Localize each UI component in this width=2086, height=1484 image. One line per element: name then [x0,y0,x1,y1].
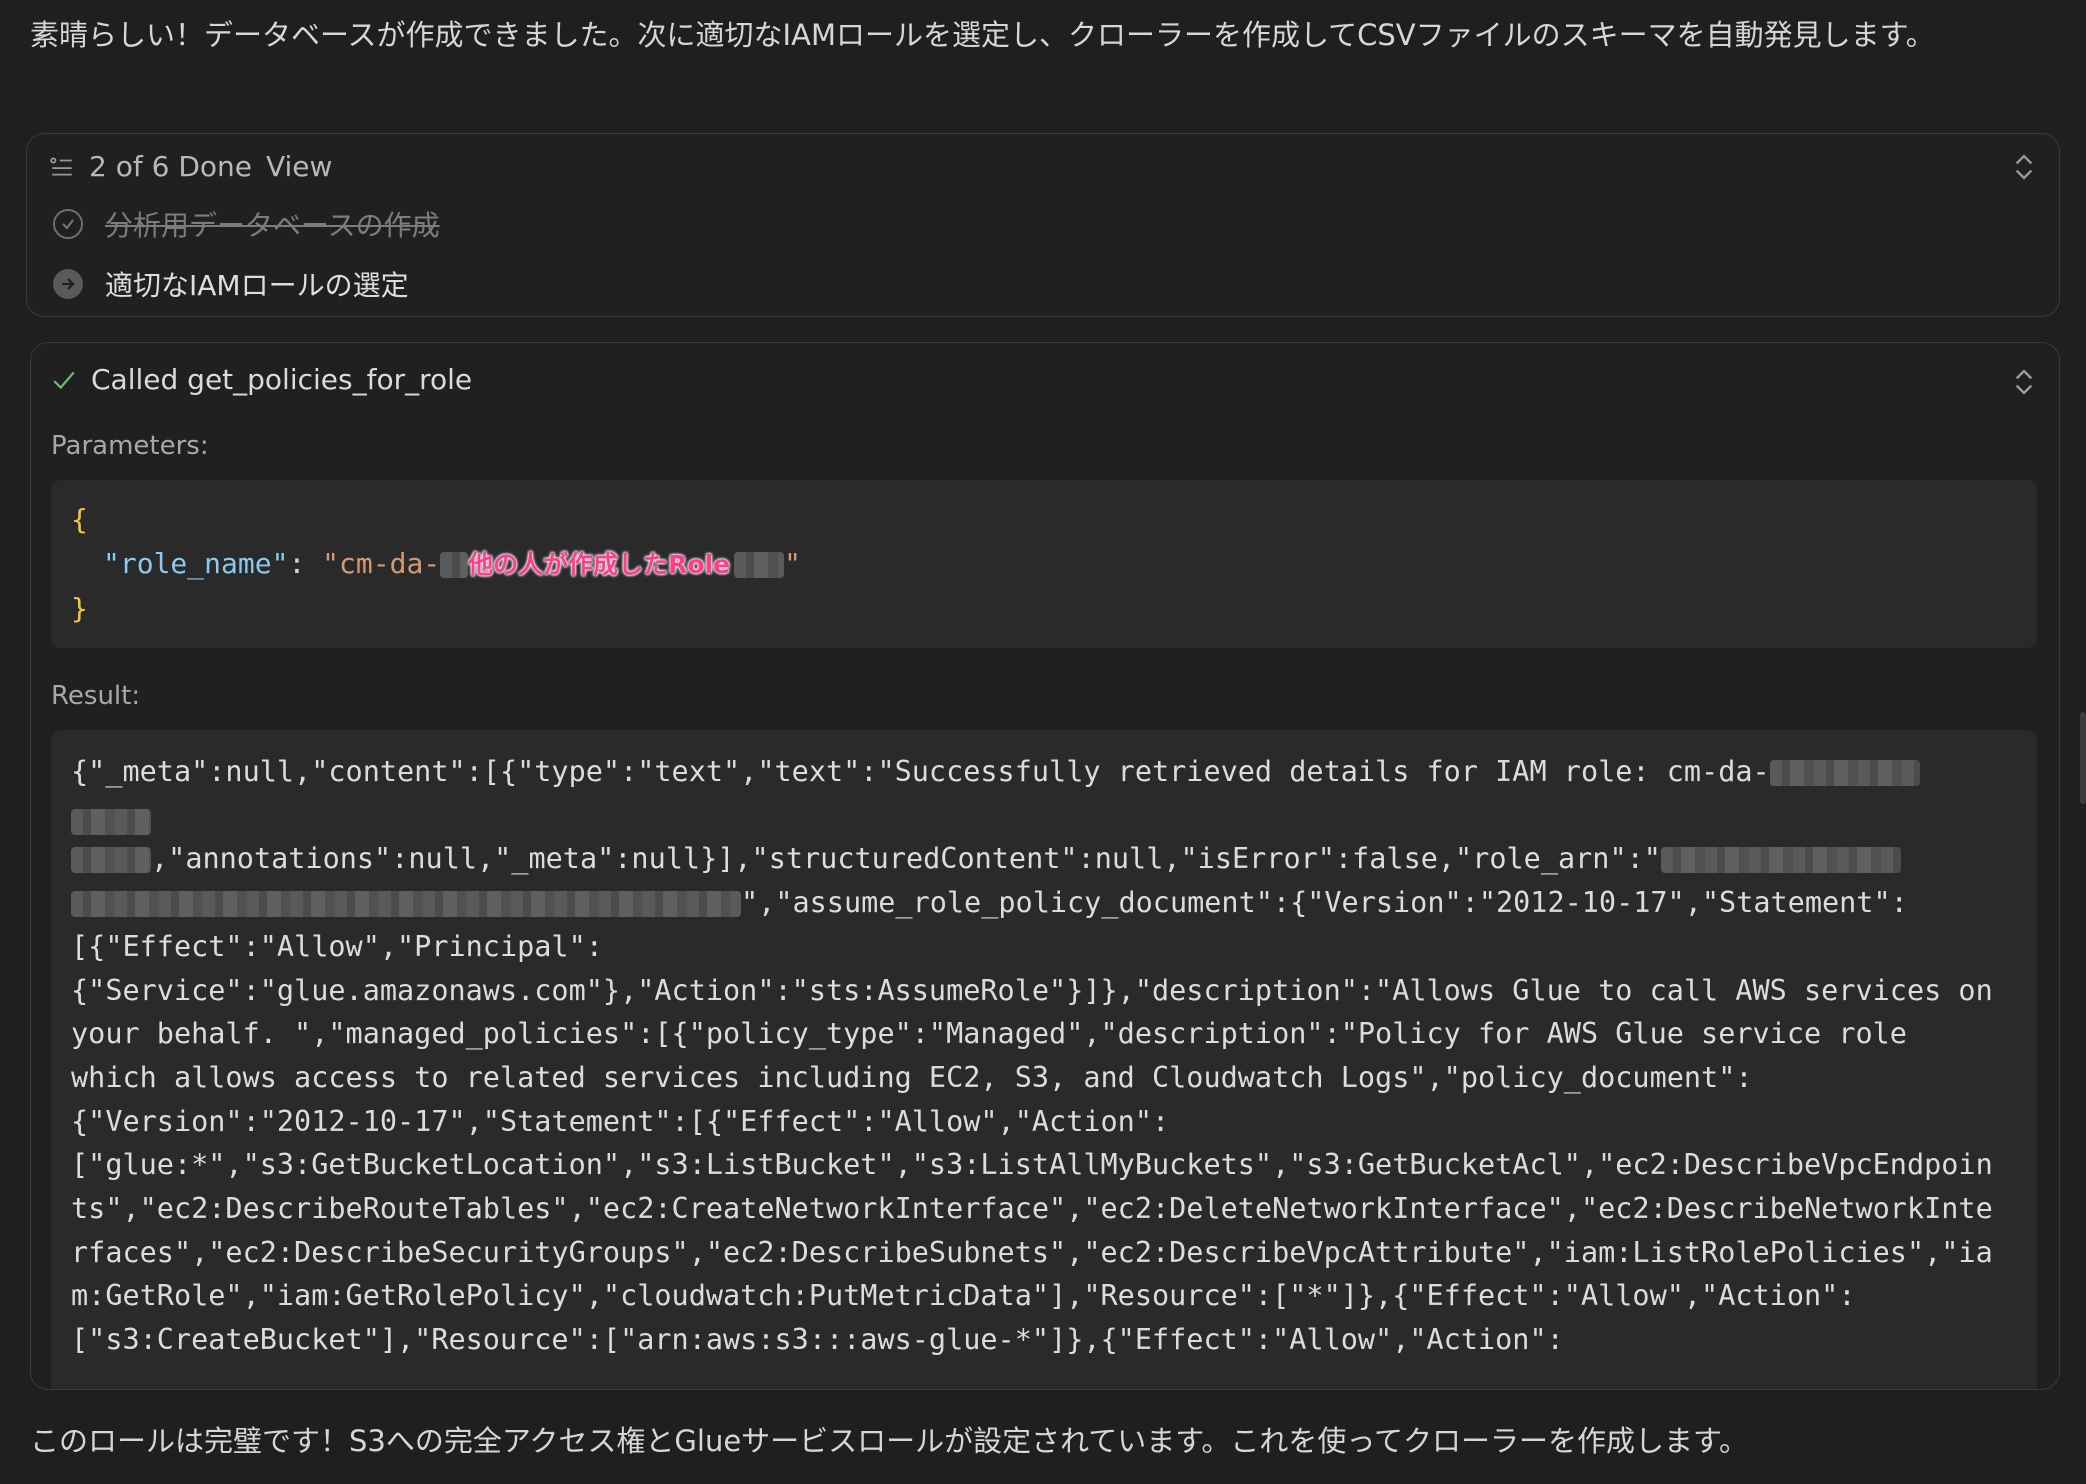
redacted-text [71,891,741,918]
result-line: your behalf. ","managed_policies":[{"pol… [71,1017,1907,1051]
close-brace: } [71,592,88,625]
result-line: which allows access to related services … [71,1060,1753,1094]
checkmark-icon [53,371,75,389]
redacted-text [440,552,469,578]
parameters-label: Parameters: [51,431,209,461]
result-fade [51,1365,2037,1389]
arrow-circle-icon [53,269,83,299]
param-key: "role_name" [103,547,289,580]
todo-item-label: 適切なIAMロールの選定 [105,269,409,302]
todo-item-active: 適切なIAMロールの選定 [53,264,409,304]
checklist-icon [50,156,72,175]
assistant-message-outro: このロールは完璧です！S3への完全アクセス権とGlueサービスロールが設定されて… [30,1424,1749,1458]
open-brace: { [71,503,88,536]
assistant-message-intro: 素晴らしい！データベースが作成できました。次に適切なIAMロールを選定し、クロー… [30,18,1935,52]
todo-view-link[interactable]: View [266,150,332,183]
result-line: ,"annotations":null,"_meta":null}],"stru… [151,842,1661,876]
param-value-suffix: " [784,547,801,580]
result-line: ts","ec2:DescribeRouteTables","ec2:Creat… [71,1192,1993,1226]
todo-item-label: 分析用データベースの作成 [105,209,440,242]
result-line: ","assume_role_policy_document":{"Versio… [741,886,1908,920]
result-line: ["s3:CreateBucket"],"Resource":["arn:aws… [71,1323,1564,1357]
redacted-text [1660,847,1901,874]
result-line: [{"Effect":"Allow","Principal": [71,929,603,963]
result-line: rfaces","ec2:DescribeSecurityGroups","ec… [71,1235,1993,1269]
expand-collapse-icon[interactable] [2011,150,2037,184]
redacted-text [734,552,785,578]
result-line: m:GetRole","iam:GetRolePolicy","cloudwat… [71,1279,1856,1313]
todo-progress: 2 of 6 Done [89,150,252,183]
scrollbar-thumb[interactable] [2080,712,2086,804]
check-circle-icon [53,209,83,239]
redaction-annotation: 他の人が作成したRole [468,550,731,579]
redacted-text [1769,760,1920,786]
tool-call-title: Called get_policies_for_role [91,363,473,396]
result-label: Result: [51,681,141,711]
todo-item-done: 分析用データベースの作成 [53,204,440,244]
result-line: {"_meta":null,"content":[{"type":"text",… [71,755,1770,788]
result-line: {"Version":"2012-10-17","Statement":[{"E… [71,1104,1170,1138]
redacted-text [71,808,151,835]
result-code-block: {"_meta":null,"content":[{"type":"text",… [51,730,2037,1389]
param-value-prefix: "cm-da- [322,547,441,580]
tool-call-panel: Called get_policies_for_role Parameters:… [30,342,2060,1390]
tool-call-header[interactable]: Called get_policies_for_role [51,363,472,396]
todo-panel: 2 of 6 Done View 分析用データベースの作成 適切なIAMロールの… [26,133,2060,317]
expand-collapse-icon[interactable] [2011,365,2037,399]
redacted-text [71,847,151,874]
result-line: {"Service":"glue.amazonaws.com"},"Action… [71,973,1993,1007]
result-line: ["glue:*","s3:GetBucketLocation","s3:Lis… [71,1148,1993,1182]
todo-header[interactable]: 2 of 6 Done View [49,150,332,183]
parameters-code-block: { "role_name": "cm-da- 他の人が作成したRole " } [51,480,2037,648]
